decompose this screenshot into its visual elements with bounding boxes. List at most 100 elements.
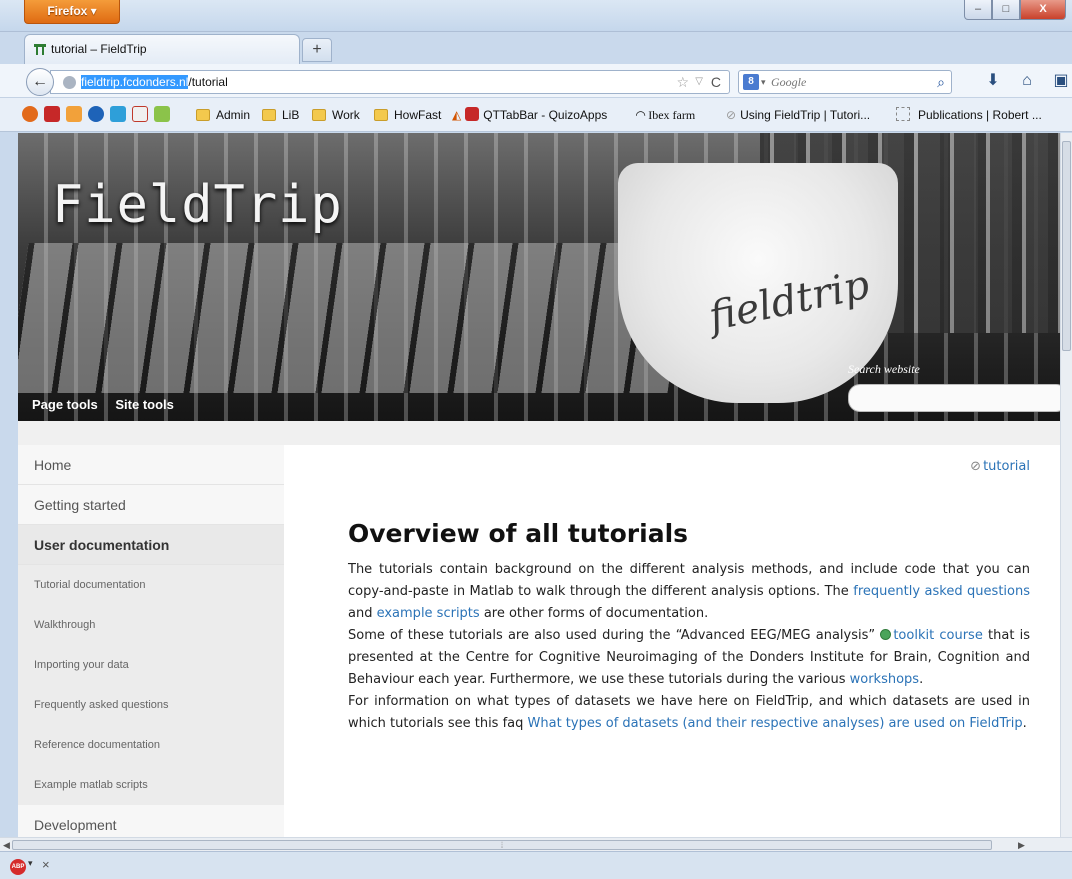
url-bar[interactable]: fieldtrip.fcdonders.nl/tutorial ☆ ▽ C (50, 70, 730, 94)
site-identity-icon[interactable] (63, 76, 76, 89)
sidebar-item-home[interactable]: Home (18, 445, 284, 485)
title-bar: Firefox ▾ – □ X (0, 0, 1072, 32)
url-path: /tutorial (188, 75, 228, 89)
bookmark-label: HowFast (394, 108, 442, 122)
sidebar-item-getting-started[interactable]: Getting started (18, 485, 284, 525)
horizontal-scroll-thumb[interactable]: ⦙ (12, 840, 992, 850)
folder-icon (196, 109, 210, 121)
firefox-bookmark-icon[interactable] (22, 106, 38, 122)
bookmark-label: QTTabBar - QuizoApps (483, 108, 608, 122)
datasets-paragraph: For information on what types of dataset… (348, 691, 1030, 735)
bookmark-icon-group (22, 106, 170, 122)
fieldtrip-favicon-icon (34, 44, 46, 55)
sidebar-item-user-documentation[interactable]: User documentation (18, 525, 284, 565)
paragraph-text: Some of these tutorials are also used du… (348, 628, 881, 643)
sidebar-item-importing-data[interactable]: Importing your data (18, 645, 284, 685)
site-tools-link[interactable]: Site tools (115, 397, 174, 412)
bookmarks-bar: Admin LiB Work HowFast ◭ QTTabBar - Quizo… (0, 98, 1072, 132)
bookmark-lib[interactable]: LiB (262, 106, 299, 124)
adblock-dropdown-icon[interactable]: ▾ (28, 858, 33, 869)
page-viewport: fieldtrip FieldTrip Page tools Site tool… (18, 133, 1060, 837)
minimize-button[interactable]: – (964, 0, 992, 20)
sidebar-item-tutorial-documentation[interactable]: Tutorial documentation (18, 565, 284, 605)
downloads-icon[interactable]: ⬇ (982, 70, 1004, 92)
firefox-menu-button[interactable]: Firefox ▾ (24, 0, 120, 24)
bookmark-label: Publications | Robert ... (918, 108, 1042, 122)
datasets-faq-link[interactable]: What types of datasets (and their respec… (528, 716, 1023, 731)
toolbar-icons: ⬇ ⌂ ▣ (982, 70, 1072, 92)
tag-icon: ⊘ (970, 459, 982, 474)
bookmark-work[interactable]: Work (312, 106, 360, 124)
close-addon-bar-icon[interactable]: × (42, 857, 50, 872)
bookmark-label: Admin (216, 108, 251, 122)
tab-title: tutorial – FieldTrip (51, 42, 147, 56)
tag-link[interactable]: tutorial (983, 459, 1030, 474)
adblock-plus-icon[interactable]: ABP (10, 859, 26, 875)
search-magnifier-icon[interactable]: ⌕ (937, 71, 945, 93)
tab-tutorial[interactable]: tutorial – FieldTrip (24, 34, 300, 64)
folder-icon (374, 109, 388, 121)
example-scripts-link[interactable]: example scripts (377, 606, 480, 621)
course-paragraph: Some of these tutorials are also used du… (348, 625, 1030, 691)
blue-bookmark-icon[interactable] (88, 106, 104, 122)
site-search-input[interactable] (848, 384, 1060, 412)
sidebar-item-walkthrough[interactable]: Walkthrough (18, 605, 284, 645)
sidebar-item-example-scripts[interactable]: Example matlab scripts (18, 765, 284, 805)
paragraph-text: and (348, 606, 377, 621)
window-controls: – □ X (964, 0, 1066, 22)
matlab-icon: ◭ (452, 108, 462, 122)
bookmark-using-fieldtrip[interactable]: ⊘ Using FieldTrip | Tutori... (726, 106, 870, 124)
ibex-icon: ◠ (636, 108, 646, 122)
globe-icon (880, 629, 892, 640)
s-bookmark-icon[interactable] (110, 106, 126, 122)
folder-icon (262, 109, 276, 121)
free-bookmark-icon[interactable] (44, 106, 60, 122)
search-input[interactable] (771, 73, 921, 91)
green-bookmark-icon[interactable] (154, 106, 170, 122)
java-bookmark-icon[interactable] (66, 106, 82, 122)
maximize-button[interactable]: □ (992, 0, 1020, 20)
header-divider (18, 421, 1060, 445)
bookmark-label: LiB (282, 108, 300, 122)
horizontal-scrollbar[interactable]: ◀ ⦙ ▶ (0, 837, 1072, 851)
site-header-banner: fieldtrip FieldTrip Page tools Site tool… (18, 133, 1060, 421)
page-tools-link[interactable]: Page tools (32, 397, 98, 412)
page-title: Overview of all tutorials (348, 519, 689, 548)
bookmarks-menu-icon[interactable]: ▣ (1050, 70, 1072, 92)
navigation-bar: fieldtrip.fcdonders.nl/tutorial ☆ ▽ C ← … (0, 64, 1072, 98)
paragraph-text: . (919, 672, 924, 687)
bookmark-admin[interactable]: Admin (196, 106, 250, 124)
intro-paragraph: The tutorials contain background on the … (348, 559, 1030, 625)
vertical-scrollbar[interactable] (1060, 133, 1072, 837)
bookmark-howfast[interactable]: HowFast (374, 106, 441, 124)
sidebar-item-faq[interactable]: Frequently asked questions (18, 685, 284, 725)
qttabbar-icon (465, 107, 480, 121)
folder-icon (312, 109, 326, 121)
wr-bookmark-icon[interactable] (132, 106, 148, 122)
bookmark-qttabbar[interactable]: ◭ QTTabBar - QuizoApps (452, 106, 607, 124)
url-history-dropdown-icon[interactable]: ▽ (695, 71, 703, 93)
bookmark-label: Using FieldTrip | Tutori... (740, 108, 871, 122)
scroll-left-arrow-icon[interactable]: ◀ (3, 838, 10, 852)
search-website-label: Search website (848, 362, 920, 376)
back-button[interactable]: ← (26, 68, 54, 96)
reload-icon[interactable]: C (711, 71, 721, 93)
bookmark-ibex-farm[interactable]: ◠ Ibex farm (636, 106, 695, 124)
scroll-right-arrow-icon[interactable]: ▶ (1018, 838, 1025, 852)
home-icon[interactable]: ⌂ (1016, 70, 1038, 92)
sidebar-item-development[interactable]: Development (18, 805, 284, 837)
vertical-scroll-thumb[interactable] (1062, 141, 1071, 351)
sidebar-item-reference-documentation[interactable]: Reference documentation (18, 725, 284, 765)
workshops-link[interactable]: workshops (850, 672, 919, 687)
faq-link[interactable]: frequently asked questions (853, 584, 1030, 599)
search-bar[interactable]: 8 ▾ ⌕ (738, 70, 952, 94)
close-window-button[interactable]: X (1020, 0, 1066, 20)
search-engine-icon[interactable]: 8 (743, 74, 759, 90)
toolkit-course-link[interactable]: toolkit course (893, 628, 983, 643)
page-tag: ⊘ tutorial (970, 459, 1030, 474)
bookmark-star-icon[interactable]: ☆ (676, 71, 689, 93)
search-engine-dropdown-icon[interactable]: ▾ (761, 71, 766, 93)
site-logo[interactable]: FieldTrip (52, 175, 343, 235)
new-tab-button[interactable]: + (302, 38, 332, 62)
bookmark-publications[interactable]: Publications | Robert ... (896, 106, 1042, 124)
